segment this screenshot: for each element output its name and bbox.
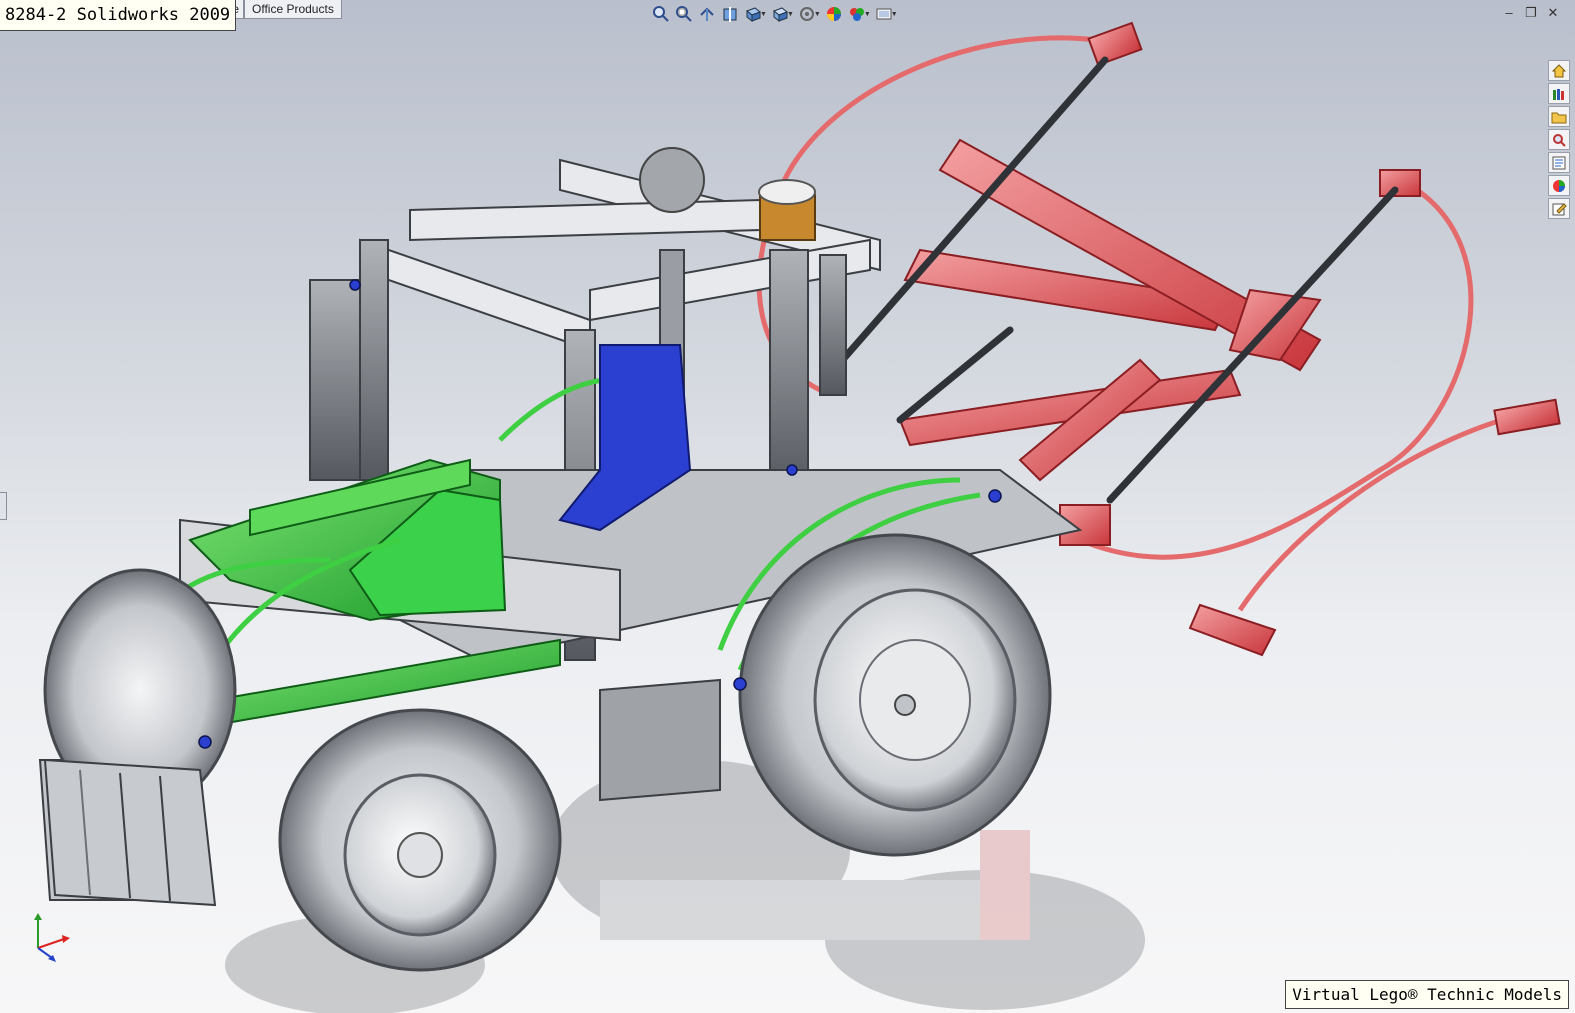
feature-manager-collapse-handle[interactable] xyxy=(0,492,7,520)
previous-view-icon[interactable] xyxy=(696,4,718,24)
edit-appearance-icon[interactable] xyxy=(823,4,845,24)
zoom-to-area-icon[interactable] xyxy=(673,4,695,24)
rear-wheel-right xyxy=(738,533,1052,857)
tab-office-products[interactable]: Office Products xyxy=(244,0,342,19)
chevron-down-icon[interactable]: ▼ xyxy=(891,11,898,18)
document-title: 8284-2 Solidworks 2009 xyxy=(0,0,237,31)
file-explorer-icon[interactable] xyxy=(1548,106,1570,127)
chevron-down-icon[interactable]: ▼ xyxy=(864,11,871,18)
custom-properties-icon[interactable] xyxy=(1548,198,1570,219)
watermark-label: Virtual Lego® Technic Models xyxy=(1285,980,1569,1009)
beacon-light xyxy=(758,179,816,241)
front-weight xyxy=(43,758,217,907)
design-library-icon[interactable] xyxy=(1548,83,1570,104)
front-wheel-right xyxy=(278,708,562,972)
chevron-down-icon[interactable]: ▼ xyxy=(787,11,794,18)
solidworks-resources-icon[interactable] xyxy=(1548,60,1570,81)
view-palette-icon[interactable] xyxy=(1548,152,1570,173)
gear xyxy=(639,147,705,213)
zoom-to-fit-icon[interactable] xyxy=(650,4,672,24)
search-icon[interactable] xyxy=(1548,129,1570,150)
task-pane-tabs xyxy=(1548,60,1572,219)
document-window-controls: – ❐ ✕ xyxy=(1501,5,1561,21)
chevron-down-icon[interactable]: ▼ xyxy=(760,11,767,18)
reference-triad-icon xyxy=(34,913,70,962)
restore-icon[interactable]: ❐ xyxy=(1523,5,1539,21)
appearances-scenes-icon[interactable] xyxy=(1548,175,1570,196)
chevron-down-icon[interactable]: ▼ xyxy=(814,11,821,18)
heads-up-view-toolbar: ▼ ▼ ▼ ▼ ▼ xyxy=(650,4,899,24)
section-view-icon[interactable] xyxy=(719,4,741,24)
close-icon[interactable]: ✕ xyxy=(1545,5,1561,21)
graphics-area[interactable]: 8284-2 Solidworks 2009 e Office Products… xyxy=(0,0,1575,1013)
tractor-model[interactable] xyxy=(0,0,1575,1013)
minimize-icon[interactable]: – xyxy=(1501,5,1517,21)
